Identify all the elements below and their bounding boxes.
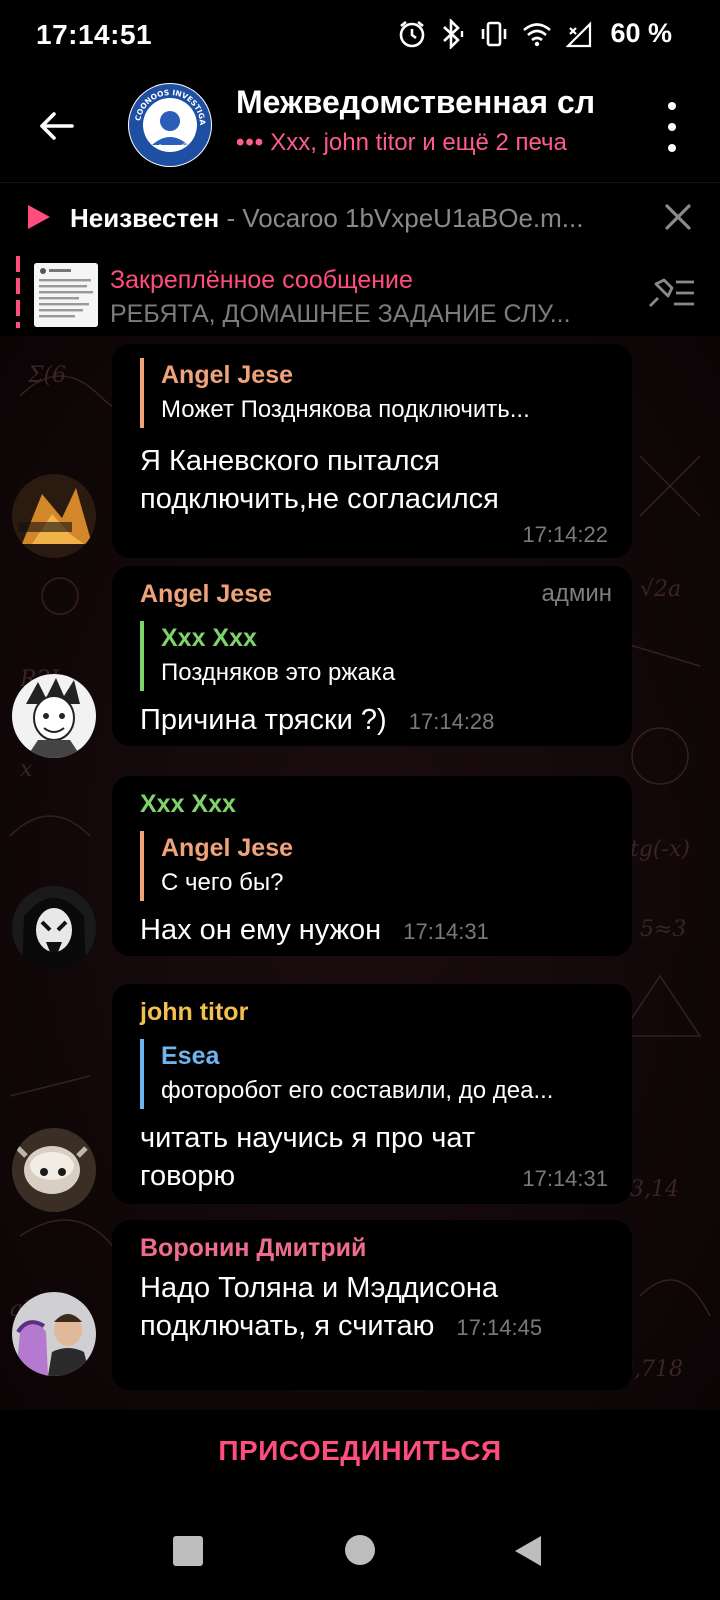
chat-messages-area[interactable]: Σ(6 √2a R2L tg(-x) (x+2)² 3,14 a²=b 2,71… — [0, 336, 720, 1410]
message-line: Причина тряски ?) — [140, 704, 387, 736]
system-nav-bar — [0, 1492, 720, 1600]
more-vert-icon — [668, 102, 676, 110]
vibrate-icon — [480, 19, 508, 49]
back-button[interactable] — [28, 98, 84, 154]
player-artist: Неизвестен — [70, 203, 220, 233]
message-time: 17:14:31 — [522, 1166, 608, 1191]
reply-quote[interactable]: Xxx Xxx Поздняков это ржака — [140, 621, 612, 691]
status-icons: 60 % — [398, 18, 672, 49]
admin-badge: админ — [541, 580, 612, 607]
recents-button[interactable] — [173, 1536, 203, 1566]
typing-indicator-icon: ••• — [236, 129, 265, 156]
battery-percent: 60 % — [610, 18, 672, 48]
reply-text: Поздняков это ржака — [161, 659, 396, 686]
wifi-icon — [522, 21, 552, 47]
close-icon — [665, 204, 691, 230]
message-text: Нах он ему нужон 17:14:31 — [140, 911, 612, 951]
message-bubble: Angel Jese админ Xxx Xxx Поздняков это р… — [112, 566, 632, 746]
audio-player-bar[interactable]: Неизвестен - Vocaroo 1bVxpeU1aBOe.m... — [0, 182, 720, 250]
join-button[interactable]: ПРИСОЕДИНИТЬСЯ — [218, 1435, 501, 1467]
group-avatar[interactable]: COONOOS INVESTIGATE GROUP 20 kartikov — [128, 83, 212, 167]
home-button[interactable] — [345, 1535, 375, 1565]
reply-sender: Xxx Xxx — [161, 624, 257, 652]
sender-label: Angel Jese — [140, 580, 273, 608]
message-text: Надо Толяна и Мэддисона подключать, я сч… — [140, 1269, 612, 1347]
message-text: Причина тряски ?) 17:14:28 — [140, 701, 612, 741]
signal-off-icon — [566, 20, 592, 48]
message-time: 17:14:45 — [456, 1315, 543, 1340]
svg-text:Σ(6: Σ(6 — [27, 363, 66, 388]
message-bubble: Воронин Дмитрий Надо Толяна и Мэддисона … — [112, 1220, 632, 1390]
avatar[interactable] — [12, 886, 96, 970]
pinned-list-button[interactable] — [646, 276, 696, 315]
play-icon[interactable] — [26, 203, 52, 236]
player-separator: - — [219, 203, 243, 233]
reply-text: С чего бы? — [161, 869, 284, 896]
pinned-title: Закреплённое сообщение — [110, 266, 413, 294]
status-bar: 17:14:51 60 % — [0, 0, 720, 70]
pinned-message-bar[interactable]: Закреплённое сообщение РЕБЯТА, ДОМАШНЕЕ … — [0, 250, 720, 336]
pin-list-icon — [649, 278, 694, 307]
svg-text:x: x — [20, 757, 33, 782]
message-line: Нах он ему нужон — [140, 914, 382, 946]
triangle-back-icon — [515, 1536, 541, 1566]
pinned-text: РЕБЯТА, ДОМАШНЕЕ ЗАДАНИЕ СЛУ... — [110, 300, 571, 328]
reply-text: фоторобот его составили, до деа... — [161, 1077, 554, 1104]
message-bubble: Angel Jese Может Позднякова подключить..… — [112, 344, 632, 558]
typing-text: Xxx, john titor и ещё 2 печа — [270, 129, 567, 156]
svg-text:√2a: √2a — [640, 577, 681, 602]
svg-text:5≈3: 5≈3 — [640, 917, 686, 942]
message-line: Надо Толяна и Мэддисона — [140, 1272, 498, 1304]
close-player-button[interactable] — [664, 203, 692, 236]
reply-text: Может Позднякова подключить... — [161, 396, 530, 423]
chat-header: COONOOS INVESTIGATE GROUP 20 kartikov Ме… — [0, 70, 720, 182]
arrow-left-icon — [40, 112, 74, 140]
message-bubble: Xxx Xxx Angel Jese С чего бы? Нах он ему… — [112, 776, 632, 956]
reply-sender: Esea — [161, 1042, 220, 1070]
avatar[interactable] — [12, 1292, 96, 1376]
message-time: 17:14:31 — [403, 919, 489, 944]
message-time: 17:14:22 — [522, 522, 608, 547]
message-text: Я Каневского пытался подключить,не согла… — [140, 442, 612, 518]
chat-title: Межведомственная сл — [236, 84, 596, 120]
message-line: подключать, я считаю — [140, 1310, 435, 1342]
typing-status: ••• Xxx, john titor и ещё 2 печа — [236, 129, 624, 157]
nav-back-button[interactable] — [513, 1534, 543, 1573]
sender-name[interactable]: Angel Jese админ — [140, 566, 612, 609]
avatar[interactable] — [12, 474, 96, 558]
avatar[interactable] — [12, 674, 96, 758]
pinned-thumbnail — [34, 263, 98, 327]
bluetooth-icon — [440, 18, 466, 49]
reply-sender: Angel Jese — [161, 361, 294, 389]
player-track-info: Неизвестен - Vocaroo 1bVxpeU1aBOe.m... — [70, 203, 650, 234]
svg-text:3,14: 3,14 — [630, 1177, 679, 1202]
status-time: 17:14:51 — [36, 19, 153, 50]
alarm-icon — [398, 19, 426, 49]
reply-quote[interactable]: Angel Jese Может Позднякова подключить..… — [140, 358, 612, 428]
sender-name[interactable]: john titor — [140, 984, 612, 1027]
reply-quote[interactable]: Angel Jese С чего бы? — [140, 831, 612, 901]
svg-text:tg(-x): tg(-x) — [630, 837, 690, 862]
player-track-name: Vocaroo 1bVxpeU1aBOe.m... — [242, 203, 584, 233]
message-bubble: john titor Esea фоторобот его составили,… — [112, 984, 632, 1204]
message-line: подключить,не согласился — [140, 483, 499, 515]
avatar[interactable] — [12, 1128, 96, 1212]
sender-name[interactable]: Xxx Xxx — [140, 776, 612, 819]
join-bar: ПРИСОЕДИНИТЬСЯ — [0, 1410, 720, 1492]
chat-title-area[interactable]: Межведомственная сл ••• Xxx, john titor и… — [236, 84, 624, 157]
sender-name[interactable]: Воронин Дмитрий — [140, 1220, 612, 1263]
message-line: читать научись я про чат — [140, 1122, 476, 1154]
reply-quote[interactable]: Esea фоторобот его составили, до деа... — [140, 1039, 612, 1109]
pinned-indicator — [16, 256, 20, 328]
more-menu-button[interactable] — [662, 102, 682, 152]
reply-sender: Angel Jese — [161, 834, 294, 862]
message-line: Я Каневского пытался — [140, 445, 440, 477]
message-time: 17:14:28 — [408, 709, 495, 734]
